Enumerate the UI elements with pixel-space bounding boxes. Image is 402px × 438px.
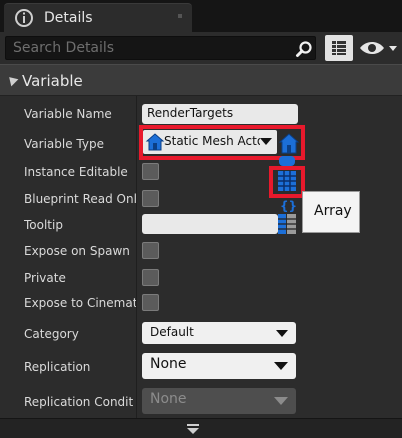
view-options-button[interactable] — [325, 35, 353, 61]
tab-details[interactable]: Details — [4, 3, 192, 32]
expose-to-cinematics-checkbox[interactable] — [142, 294, 159, 311]
chevron-down-icon — [187, 424, 199, 434]
replication-condition-value: None — [150, 391, 187, 407]
container-type-button[interactable] — [279, 131, 299, 155]
tooltip-input[interactable] — [142, 214, 278, 234]
row-replication-condition: Replication Conditio None — [0, 388, 402, 416]
tab-grip-icon — [178, 14, 182, 18]
row-tooltip: Tooltip — [0, 213, 402, 237]
chevron-down-icon — [276, 330, 288, 337]
search-icon[interactable] — [295, 40, 313, 58]
category-dropdown[interactable]: Default — [142, 322, 296, 344]
chevron-down-icon — [274, 362, 288, 370]
actor-icon — [145, 133, 165, 151]
replication-condition-dropdown: None — [142, 388, 296, 414]
instance-editable-label: Instance Editable — [24, 165, 128, 179]
blueprint-read-only-label: Blueprint Read Only — [24, 192, 136, 206]
blueprint-read-only-checkbox[interactable] — [142, 190, 159, 207]
expand-arrow-icon[interactable] — [5, 73, 19, 87]
private-label: Private — [24, 271, 66, 285]
chevron-down-icon — [260, 138, 272, 145]
variable-type-label: Variable Type — [24, 137, 104, 151]
expose-on-spawn-label: Expose on Spawn — [24, 244, 130, 258]
row-variable-name: Variable Name RenderTargets — [0, 102, 402, 126]
advanced-expander[interactable] — [0, 418, 402, 438]
search-input[interactable]: Search Details — [5, 36, 316, 60]
visibility-button[interactable] — [358, 36, 398, 60]
row-replication: Replication None — [0, 353, 402, 381]
instance-editable-checkbox[interactable] — [142, 163, 159, 180]
search-placeholder: Search Details — [13, 40, 115, 56]
row-instance-editable: Instance Editable — [0, 160, 402, 184]
row-expose-to-cinematics: Expose to Cinemati — [0, 291, 402, 315]
category-header-variable[interactable]: Variable — [0, 64, 402, 96]
expose-to-cinematics-label: Expose to Cinemati — [24, 296, 136, 310]
grid-icon — [332, 41, 346, 55]
variable-type-value: Static Mesh Acto — [164, 134, 260, 148]
tab-title: Details — [44, 10, 93, 26]
expose-on-spawn-checkbox[interactable] — [142, 242, 159, 259]
tooltip-label: Tooltip — [24, 218, 63, 232]
variable-name-label: Variable Name — [24, 107, 112, 121]
category-label: Variable — [22, 72, 83, 90]
variable-name-value: RenderTargets — [147, 106, 234, 120]
row-private: Private — [0, 266, 402, 290]
variable-name-input[interactable]: RenderTargets — [142, 104, 298, 124]
private-checkbox[interactable] — [142, 269, 159, 286]
chevron-down-icon — [274, 397, 288, 405]
replication-dropdown[interactable]: None — [142, 353, 296, 379]
variable-type-dropdown[interactable]: Static Mesh Acto — [143, 130, 277, 154]
replication-label: Replication — [24, 360, 91, 374]
row-expose-on-spawn: Expose on Spawn — [0, 239, 402, 263]
info-icon — [15, 9, 33, 27]
replication-condition-label: Replication Conditio — [24, 395, 134, 409]
search-row: Search Details — [0, 32, 402, 64]
category-prop-label: Category — [24, 327, 79, 341]
tab-bar: Details — [0, 0, 402, 32]
category-value: Default — [150, 325, 194, 339]
replication-value: None — [150, 356, 187, 372]
row-category: Category Default — [0, 321, 402, 347]
eye-icon — [360, 42, 397, 54]
row-blueprint-read-only: Blueprint Read Only — [0, 187, 402, 211]
